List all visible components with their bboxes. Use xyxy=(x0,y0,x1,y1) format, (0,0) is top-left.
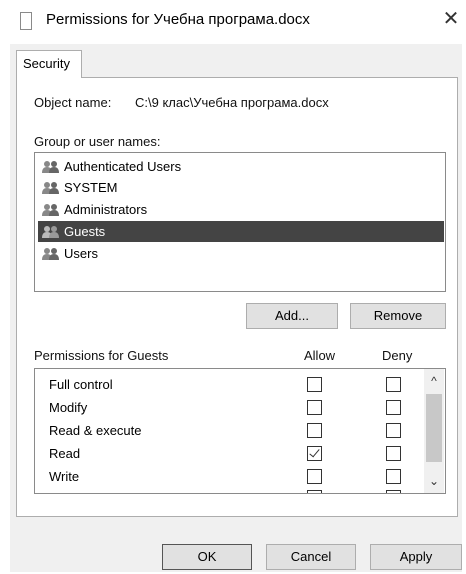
list-item-label: Administrators xyxy=(64,202,148,217)
write-deny-checkbox[interactable] xyxy=(386,469,401,484)
object-name-label: Object name: xyxy=(34,95,112,110)
permissions-list: Full control Modify Read & execute Read … xyxy=(34,368,446,494)
modify-deny-checkbox[interactable] xyxy=(386,400,401,415)
scroll-thumb[interactable] xyxy=(426,394,442,462)
list-item-administrators[interactable]: Administrators xyxy=(38,199,444,220)
permission-label: Read xyxy=(49,446,81,461)
scroll-up-icon[interactable]: ^ xyxy=(424,371,444,391)
read-deny-checkbox[interactable] xyxy=(386,446,401,461)
users-group-icon xyxy=(41,225,61,239)
group-names-label: Group or user names: xyxy=(34,134,161,149)
modify-allow-checkbox[interactable] xyxy=(307,400,322,415)
list-item-guests[interactable]: Guests xyxy=(38,221,444,242)
scroll-down-icon[interactable]: ⌄ xyxy=(424,471,444,491)
list-item-authenticated-users[interactable]: Authenticated Users xyxy=(38,156,444,177)
permissions-label: Permissions for Guests xyxy=(34,348,169,363)
ok-button[interactable]: OK xyxy=(162,544,252,570)
list-item-label: Authenticated Users xyxy=(64,159,182,174)
list-item-label: SYSTEM xyxy=(64,180,118,195)
list-item-label: Guests xyxy=(64,224,106,239)
permission-label: Full control xyxy=(49,377,113,392)
user-list[interactable]: Authenticated Users SYSTEM Administrator… xyxy=(34,152,446,292)
deny-header: Deny xyxy=(382,348,413,363)
allow-header: Allow xyxy=(304,348,336,363)
read-execute-deny-checkbox[interactable] xyxy=(386,423,401,438)
next-allow-checkbox[interactable] xyxy=(307,490,322,493)
read-execute-allow-checkbox[interactable] xyxy=(307,423,322,438)
list-item-label: Users xyxy=(64,246,98,261)
list-item-users[interactable]: Users xyxy=(38,243,444,264)
users-group-icon xyxy=(41,160,61,174)
add-button[interactable]: Add... xyxy=(246,303,338,329)
tab-security[interactable]: Security xyxy=(16,50,82,78)
users-group-icon xyxy=(41,247,61,261)
apply-button[interactable]: Apply xyxy=(370,544,462,570)
users-group-icon xyxy=(41,181,61,195)
next-deny-checkbox[interactable] xyxy=(386,490,401,493)
users-group-icon xyxy=(41,203,61,217)
full-control-allow-checkbox[interactable] xyxy=(307,377,322,392)
write-allow-checkbox[interactable] xyxy=(307,469,322,484)
cancel-button[interactable]: Cancel xyxy=(266,544,356,570)
document-icon xyxy=(20,12,32,30)
permission-label: Write xyxy=(49,469,80,484)
window-title: Permissions for Учебна програма.docx xyxy=(46,11,310,28)
list-item-system[interactable]: SYSTEM xyxy=(38,177,444,198)
remove-button[interactable]: Remove xyxy=(350,303,446,329)
permissions-scrollbar[interactable]: ^ ⌄ xyxy=(424,369,444,493)
full-control-deny-checkbox[interactable] xyxy=(386,377,401,392)
object-name-value: C:\9 клас\Учебна програма.docx xyxy=(135,95,329,110)
permission-label: Modify xyxy=(49,400,88,415)
read-allow-checkbox[interactable] xyxy=(307,446,322,461)
permission-label: Read & execute xyxy=(49,423,142,438)
close-icon[interactable]: ✕ xyxy=(440,6,462,32)
